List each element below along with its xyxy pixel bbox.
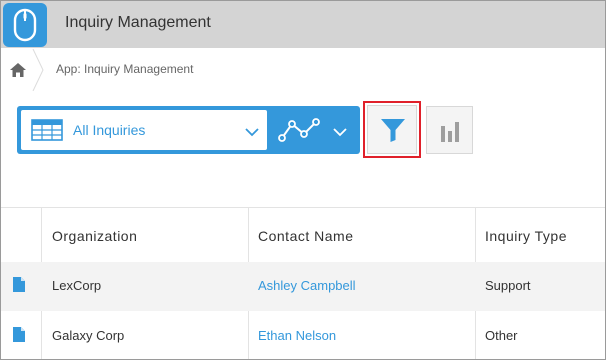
chart-button[interactable] xyxy=(426,106,473,154)
cell-inquiry-type: Support xyxy=(485,278,531,293)
view-dropdown[interactable]: All Inquiries xyxy=(21,110,267,150)
chevron-down-icon xyxy=(245,124,259,137)
breadcrumb: App: Inquiry Management xyxy=(1,48,605,92)
breadcrumb-app-link[interactable]: App: Inquiry Management xyxy=(56,62,193,76)
record-detail-icon[interactable] xyxy=(13,327,25,342)
home-icon[interactable] xyxy=(7,61,29,79)
cell-contact-name-link[interactable]: Ashley Campbell xyxy=(258,278,356,293)
app-header: Inquiry Management xyxy=(1,1,605,48)
column-header-contact-name[interactable]: Contact Name xyxy=(258,228,353,244)
records-table: Organization Contact Name Inquiry Type L… xyxy=(1,207,605,359)
table-view-icon xyxy=(31,119,63,141)
cell-organization: LexCorp xyxy=(52,278,102,293)
table-row: LexCorp Ashley Campbell Support xyxy=(1,262,605,311)
filter-button[interactable] xyxy=(367,105,417,154)
bar-chart-icon xyxy=(440,120,460,142)
column-header-inquiry-type[interactable]: Inquiry Type xyxy=(485,228,567,244)
cell-organization: Galaxy Corp xyxy=(52,328,125,343)
filter-funnel-icon xyxy=(380,117,406,143)
view-selector: All Inquiries xyxy=(17,106,360,154)
record-detail-icon[interactable] xyxy=(13,277,25,292)
graph-chevron-down-icon[interactable] xyxy=(333,124,347,137)
view-selected-label: All Inquiries xyxy=(73,122,146,138)
app-window: Inquiry Management App: Inquiry Manageme… xyxy=(0,0,606,360)
table-row: Galaxy Corp Ethan Nelson Other xyxy=(1,312,605,359)
cell-contact-name-link[interactable]: Ethan Nelson xyxy=(258,328,336,343)
column-header-organization[interactable]: Organization xyxy=(52,228,137,244)
computer-mouse-icon[interactable] xyxy=(3,3,47,47)
breadcrumb-separator-icon xyxy=(31,48,47,92)
app-title: Inquiry Management xyxy=(65,14,211,31)
table-header-row: Organization Contact Name Inquiry Type xyxy=(1,207,605,262)
graph-icon[interactable] xyxy=(277,116,321,144)
cell-inquiry-type: Other xyxy=(485,328,518,343)
